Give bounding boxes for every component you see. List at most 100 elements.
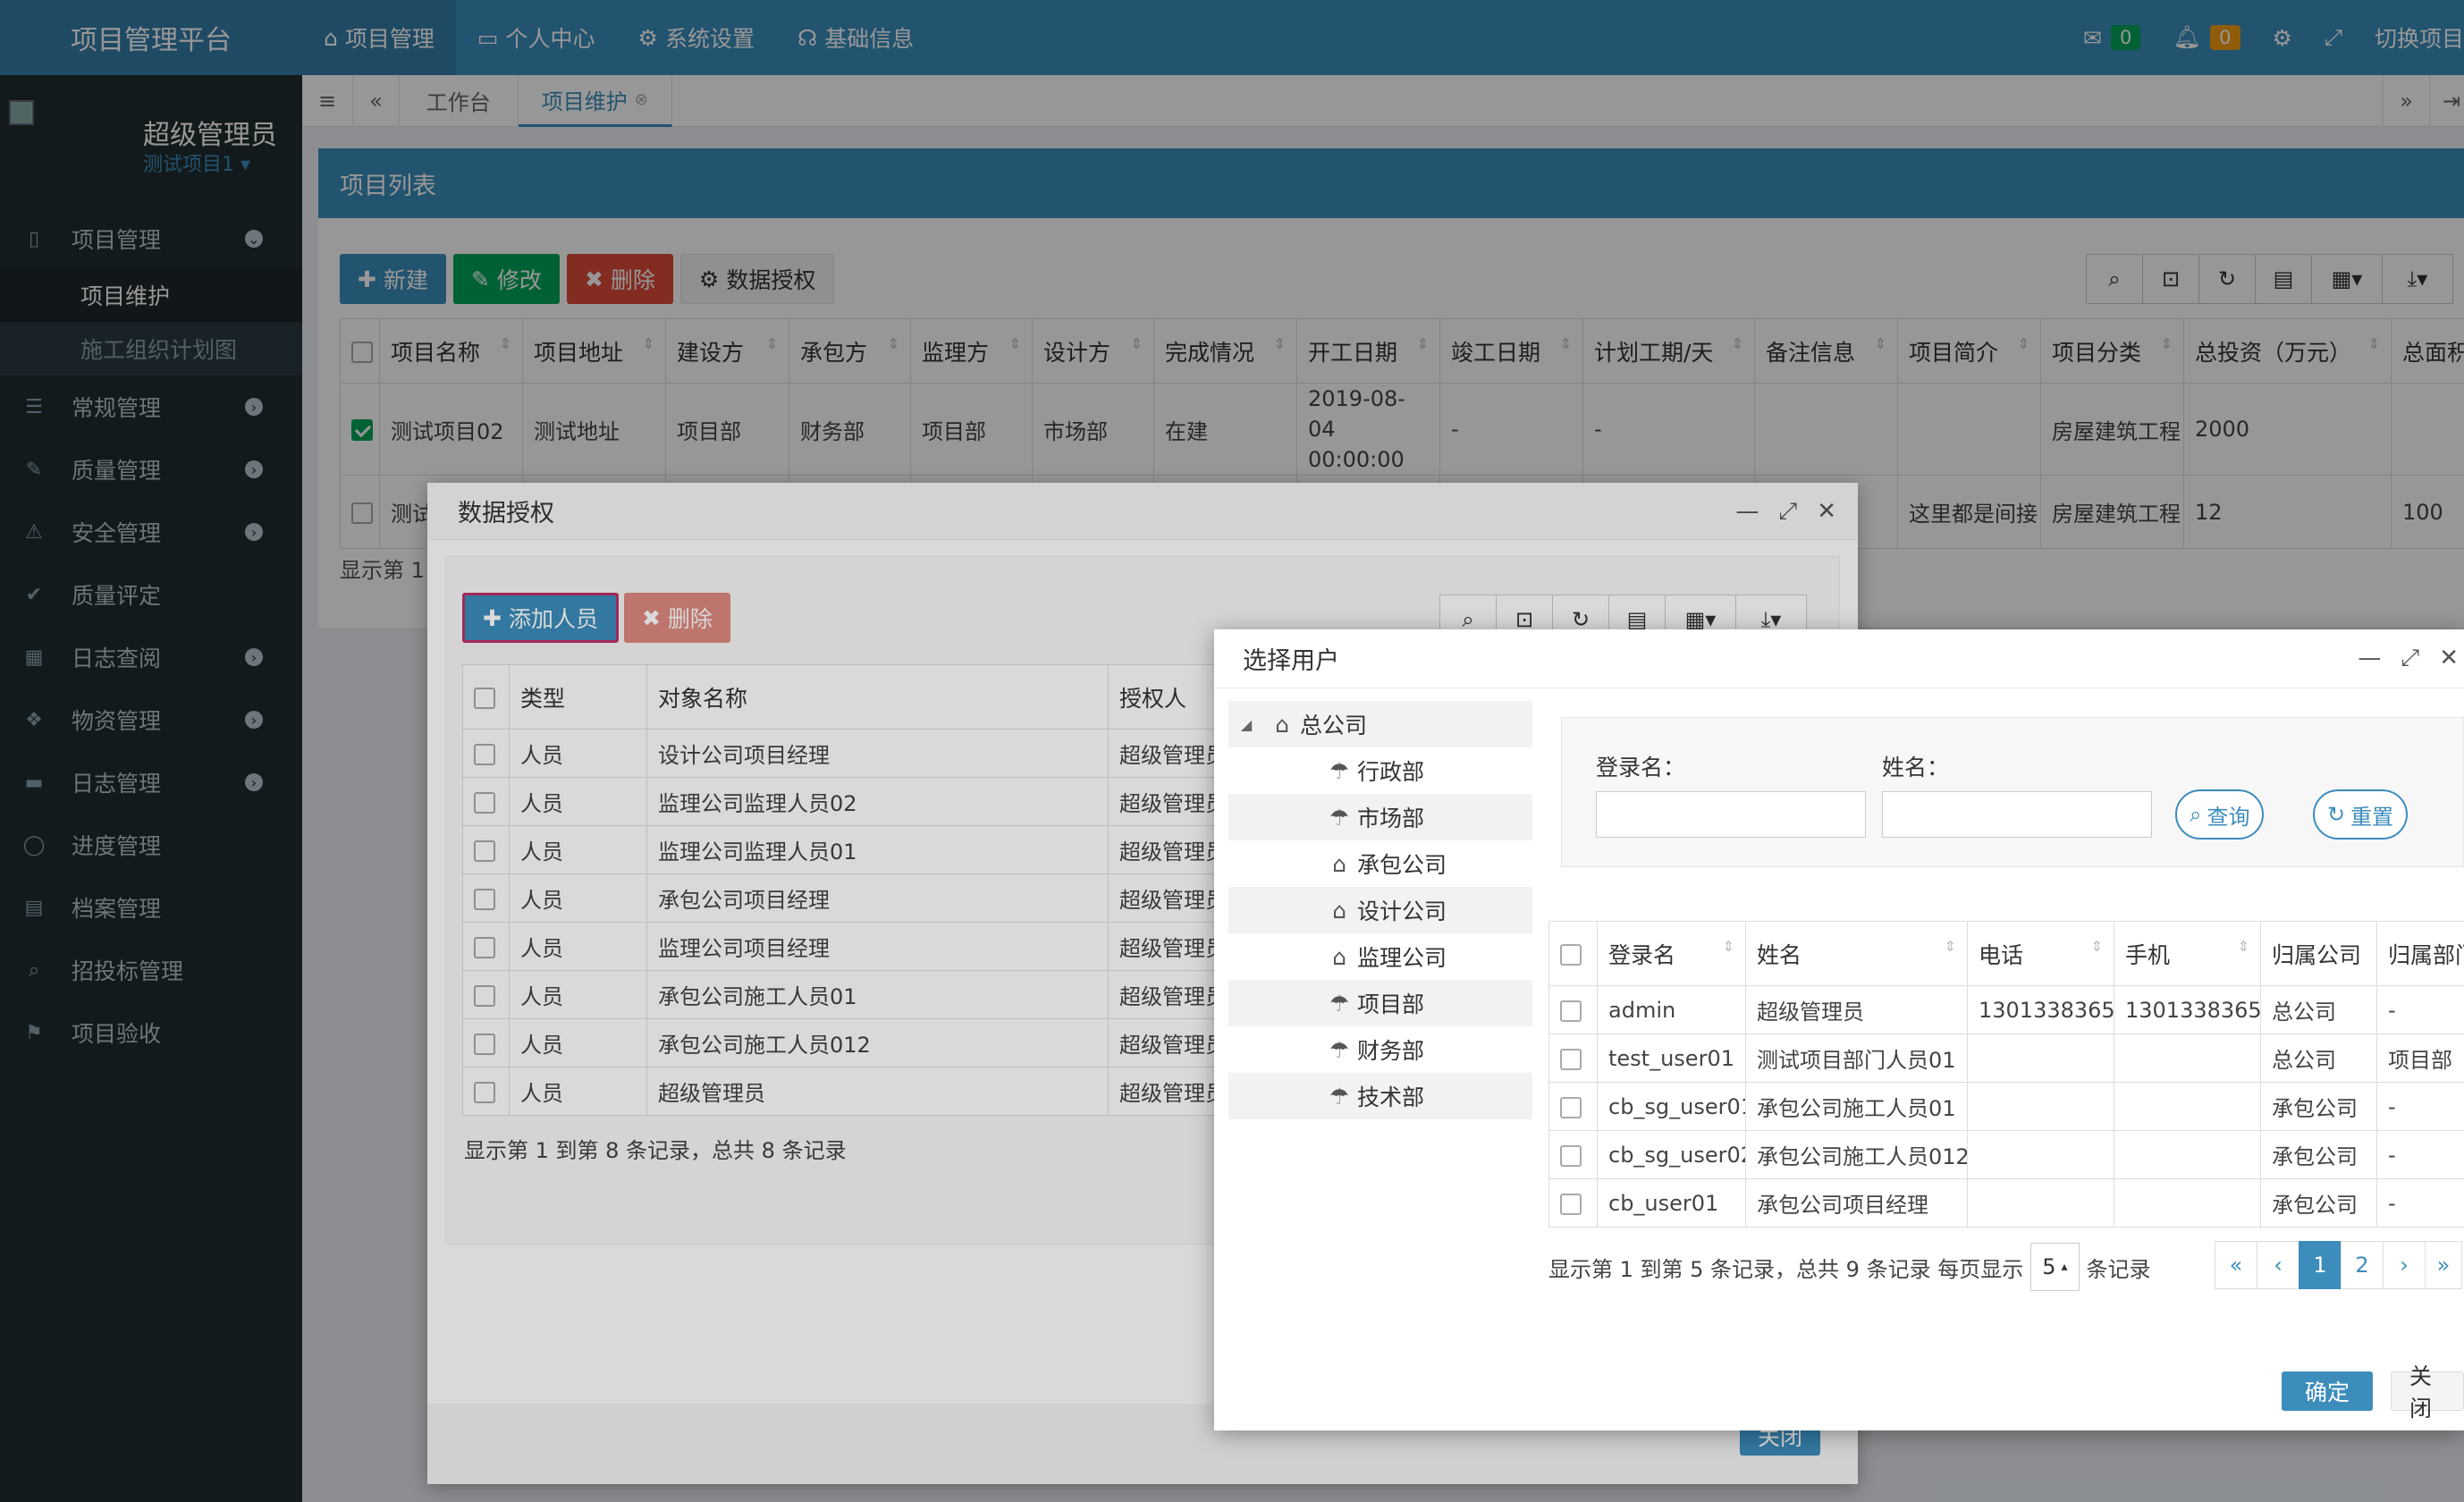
table-cell: 承包公司 (2260, 1178, 2377, 1228)
table-cell (1967, 1178, 2114, 1228)
page-last-button[interactable]: » (2425, 1241, 2462, 1289)
table-cell: cb_sg_user01 (1597, 1082, 1746, 1131)
table-cell (2114, 1178, 2261, 1228)
page-number-button[interactable]: 2 (2341, 1241, 2384, 1289)
sort-icon: ⇕ (1722, 937, 1734, 955)
tree-node[interactable]: ⌂ 监理公司 (1228, 933, 1532, 980)
minimize-icon[interactable]: — (2358, 645, 2381, 671)
tree-node-label: 财务部 (1357, 1038, 1425, 1064)
column-label: 电话 (1979, 941, 2024, 968)
column-header[interactable]: 登录名 ⇕ (1597, 921, 1746, 986)
checkbox[interactable] (1560, 1048, 1582, 1070)
org-tree: ◢ ⌂ 总公司 ☂ 行政部 ☂ 市场部 ⌂ 承包公司 ⌂ 设计公司 ⌂ 监理公司 ☂ 项目部… (1228, 701, 1532, 1119)
table-cell: - (2376, 1082, 2464, 1131)
sort-icon: ⇕ (2237, 937, 2249, 955)
table-row[interactable]: cb_sg_user01 承包公司施工人员01 承包公司 - (1548, 1082, 2464, 1131)
table-cell: 承包公司 (2260, 1130, 2377, 1179)
tree-node[interactable]: ☂ 项目部 (1228, 980, 1532, 1026)
tree-node[interactable]: ☂ 行政部 (1228, 747, 1532, 794)
login-name-input[interactable] (1596, 791, 1866, 838)
pagination-suffix: 条记录 (2086, 1256, 2151, 1282)
tree-node-label: 市场部 (1357, 806, 1425, 831)
table-cell: admin (1597, 985, 1746, 1034)
column-header[interactable]: 电话 ⇕ (1967, 921, 2114, 986)
select-all-checkbox[interactable] (1548, 921, 1598, 986)
pagination-info: 显示第 1 到第 5 条记录，总共 9 条记录 每页显示 5 ▴ 条记录 (1548, 1243, 2151, 1291)
table-row[interactable]: cb_sg_user02 承包公司施工人员012 承包公司 - (1548, 1130, 2464, 1179)
checkbox[interactable] (1560, 1193, 1582, 1215)
sort-icon: ⇕ (1944, 937, 1956, 955)
checkbox[interactable] (1560, 1096, 1582, 1118)
page-size-dropdown[interactable]: 5 ▴ (2030, 1243, 2080, 1291)
confirm-button[interactable]: 确定 (2282, 1371, 2374, 1411)
table-cell: 13013383653 (1967, 985, 2114, 1034)
table-cell: 超级管理员 (1745, 985, 1968, 1034)
tree-node-label: 总公司 (1300, 713, 1368, 738)
table-cell: 测试项目部门人员01 (1745, 1034, 1968, 1083)
button-label: 查询 (2207, 804, 2250, 830)
umbrella-icon: ☂ (1329, 757, 1350, 784)
close-icon[interactable]: ✕ (2439, 645, 2459, 671)
table-header-row: 登录名 ⇕ 姓名 ⇕ 电话 ⇕ 手机 ⇕ 归属公司 归属部门 (1548, 921, 2464, 986)
tree-node[interactable]: ☂ 技术部 (1228, 1073, 1532, 1119)
row-checkbox-cell[interactable] (1548, 1130, 1598, 1179)
tree-node-label: 承包公司 (1357, 852, 1447, 878)
page-prev-button[interactable]: ‹ (2257, 1241, 2299, 1289)
row-checkbox-cell[interactable] (1548, 1082, 1598, 1131)
table-row[interactable]: admin 超级管理员 13013383653 13013383653 总公司 - (1548, 985, 2464, 1034)
table-cell: 承包公司项目经理 (1745, 1178, 1968, 1228)
close-button[interactable]: 关闭 (2391, 1363, 2464, 1422)
tree-node[interactable]: ⌂ 设计公司 (1228, 887, 1532, 933)
dialog-header: 选择用户 — ⤢ ✕ (1214, 629, 2464, 688)
umbrella-icon: ☂ (1329, 804, 1350, 831)
tree-node[interactable]: ☂ 财务部 (1228, 1026, 1532, 1073)
maximize-icon[interactable]: ⤢ (2401, 645, 2419, 672)
row-checkbox-cell[interactable] (1548, 985, 1598, 1034)
query-button[interactable]: ⌕ 查询 (2175, 789, 2265, 840)
user-search-form: 登录名： 姓名： ⌕ 查询 ↻ 重置 (1561, 717, 2464, 867)
page-number-button[interactable]: 1 (2299, 1241, 2342, 1289)
table-cell: 总公司 (2260, 985, 2377, 1034)
dialog-title: 选择用户 (1243, 647, 1339, 675)
tree-node[interactable]: ⌂ 承包公司 (1228, 840, 1532, 887)
table-cell: cb_sg_user02 (1597, 1130, 1746, 1179)
pagination-text: 显示第 1 到第 5 条记录，总共 9 条记录 每页显示 (1548, 1256, 2024, 1282)
checkbox[interactable] (1560, 1144, 1582, 1167)
column-header[interactable]: 手机 ⇕ (2114, 921, 2261, 986)
page-first-button[interactable]: « (2215, 1241, 2257, 1289)
column-header[interactable]: 归属公司 (2260, 921, 2377, 986)
table-cell: 13013383653 (2114, 985, 2261, 1034)
tree-node[interactable]: ☂ 市场部 (1228, 794, 1532, 840)
row-checkbox-cell[interactable] (1548, 1178, 1598, 1228)
checkbox[interactable] (1560, 1000, 1582, 1022)
umbrella-icon: ☂ (1329, 990, 1350, 1017)
table-cell: - (2376, 985, 2464, 1034)
tree-node-label: 监理公司 (1357, 945, 1447, 971)
table-cell (1967, 1034, 2114, 1083)
page-next-button[interactable]: › (2383, 1241, 2426, 1289)
row-checkbox-cell[interactable] (1548, 1034, 1598, 1083)
column-label: 归属公司 (2272, 941, 2362, 968)
table-cell (1967, 1082, 2114, 1131)
table-cell: 总公司 (2260, 1034, 2377, 1083)
column-header[interactable]: 姓名 ⇕ (1745, 921, 1968, 986)
column-label: 姓名 (1757, 941, 1802, 968)
tree-node-label: 设计公司 (1357, 899, 1447, 924)
table-row[interactable]: test_user01 测试项目部门人员01 总公司 项目部 (1548, 1034, 2464, 1083)
search-icon: ⌕ (2190, 802, 2202, 827)
caret-down-icon[interactable]: ◢ (1228, 716, 1264, 733)
home-icon: ⌂ (1332, 897, 1346, 924)
checkbox[interactable] (1560, 944, 1582, 966)
refresh-icon: ↻ (2327, 802, 2346, 827)
table-cell (2114, 1034, 2261, 1083)
table-cell (2114, 1130, 2261, 1179)
table-row[interactable]: cb_user01 承包公司项目经理 承包公司 - (1548, 1178, 2464, 1228)
home-icon: ⌂ (1332, 850, 1346, 877)
name-input[interactable] (1882, 791, 2152, 838)
reset-button[interactable]: ↻ 重置 (2313, 789, 2409, 840)
tree-node-root[interactable]: ◢ ⌂ 总公司 (1228, 701, 1532, 747)
tree-node-label: 项目部 (1357, 991, 1425, 1017)
column-header[interactable]: 归属部门 (2376, 921, 2464, 986)
name-label: 姓名： (1882, 755, 1950, 781)
column-label: 登录名 (1608, 941, 1676, 968)
